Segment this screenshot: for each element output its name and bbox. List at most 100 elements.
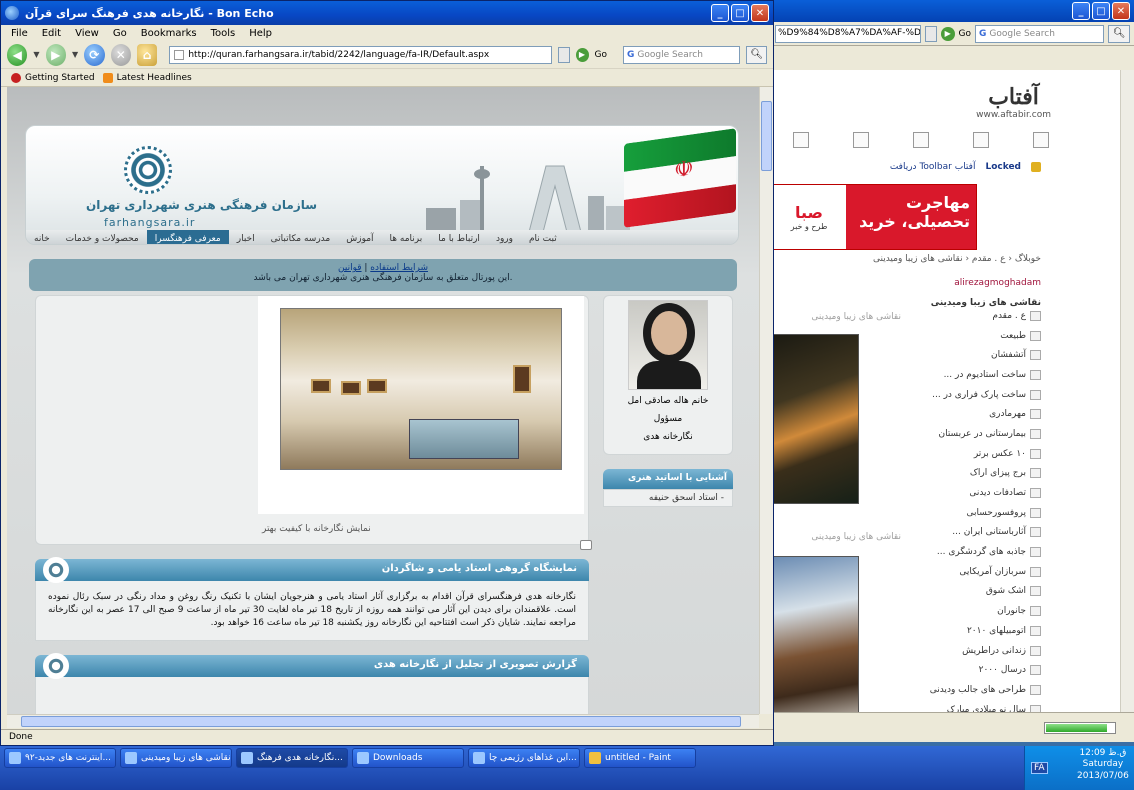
back-dropdown-icon[interactable]: ▼ — [33, 50, 39, 59]
list-item[interactable]: درسال ۲۰۰۰ — [911, 660, 1041, 680]
search-input[interactable]: G Google Search — [622, 45, 741, 64]
titlebar[interactable]: نگارخانه هدی فرهنگ سرای قرآن - Bon Echo … — [1, 1, 773, 25]
broken-image-icon — [853, 132, 869, 148]
section-badge-icon — [43, 557, 69, 583]
language-indicator[interactable]: FA — [1031, 762, 1048, 774]
list-item[interactable]: طراحی های جالب ودیدنی — [911, 680, 1041, 700]
close-button[interactable]: ✕ — [1112, 2, 1130, 20]
page-viewport: سازمان فرهنگی هنری شهرداری تهران farhang… — [7, 87, 759, 714]
search-icon[interactable]: 🔍︎ — [1108, 24, 1130, 43]
list-item[interactable]: زندانی دراطریش — [911, 641, 1041, 661]
list-item[interactable]: ساخت پارک فراری در ... — [911, 385, 1041, 405]
minimize-button[interactable]: _ — [1072, 2, 1090, 20]
background-browser-window[interactable]: _ □ ✕ %D9%84%D8%A7%DA%AF-%D9%86 ▶ Go G G… — [770, 0, 1134, 742]
menu-help[interactable]: Help — [249, 28, 272, 39]
list-item[interactable]: آثارباستانی ایران ... — [911, 523, 1041, 543]
list-item[interactable]: تصادفات دیدنی — [911, 483, 1041, 503]
clock[interactable]: ق.ظ 12:09 Saturday 2013/07/06 — [1077, 748, 1129, 782]
toolbar-download-link[interactable]: دریافت Toolbar آفتاب — [890, 162, 976, 172]
taskbar-item[interactable]: این غذاهای رژیمی چا... — [468, 748, 580, 768]
rules-link[interactable]: قوانین — [338, 263, 362, 273]
nav-item[interactable]: خانه — [26, 230, 58, 244]
menu-go[interactable]: Go — [113, 28, 127, 39]
list-item[interactable]: ساخت استادیوم در ... — [911, 365, 1041, 385]
background-url-field[interactable]: %D9%84%D8%A7%DA%AF-%D9%86 — [775, 24, 921, 43]
maximize-button[interactable]: □ — [731, 4, 749, 22]
nav-item[interactable]: اخبار — [229, 230, 263, 244]
list-item[interactable]: جاذبه های گردشگری ... — [911, 542, 1041, 562]
menu-file[interactable]: File — [11, 28, 28, 39]
list-item[interactable]: پروفسورحسابی — [911, 503, 1041, 523]
nav-item[interactable]: ثبت نام — [521, 230, 565, 244]
url-input[interactable]: http://quran.farhangsara.ir/tabid/2242/l… — [169, 45, 553, 64]
url-dropdown-icon[interactable] — [925, 25, 937, 42]
vertical-scrollbar[interactable] — [759, 87, 773, 714]
bookmark-latest-headlines[interactable]: Latest Headlines — [102, 72, 192, 83]
go-icon[interactable]: ▶ — [940, 26, 955, 41]
nav-item[interactable]: مدرسه مکاتباتی — [263, 230, 339, 244]
maximize-button[interactable]: □ — [1092, 2, 1110, 20]
minimize-button[interactable]: _ — [711, 4, 729, 22]
list-item[interactable]: مهرمادری — [911, 404, 1041, 424]
nav-item[interactable]: محصولات و خدمات — [58, 230, 147, 244]
background-scrollbar[interactable] — [1120, 70, 1134, 712]
scroll-thumb[interactable] — [761, 101, 772, 171]
list-item[interactable]: سربازان آمریکایی — [911, 562, 1041, 582]
author-link[interactable]: alirezagmoghadam — [954, 278, 1041, 288]
nav-item[interactable]: برنامه ها — [382, 230, 431, 244]
farhangsara-logo-icon[interactable] — [124, 146, 172, 194]
search-icon[interactable]: 🔍︎ — [746, 45, 767, 64]
background-search-input[interactable]: G Google Search — [974, 24, 1105, 43]
saba-banner[interactable]: مهاجرت تحصیلی، خرید صبا طرح و خبر — [771, 184, 977, 250]
gallery-caption[interactable]: نمایش نگارخانه با کیفیت بهتر — [262, 524, 371, 534]
menu-view[interactable]: View — [75, 28, 99, 39]
background-titlebar[interactable]: _ □ ✕ — [771, 0, 1134, 22]
nav-item[interactable]: آموزش — [338, 230, 381, 244]
list-item[interactable]: جانوران — [911, 601, 1041, 621]
list-item[interactable]: بیمارستانی در عربستان — [911, 424, 1041, 444]
taskbar-item[interactable]: untitled - Paint — [584, 748, 696, 768]
forward-button[interactable]: ▶ — [45, 43, 66, 66]
banner-text: مهاجرت تحصیلی، خرید — [859, 193, 970, 231]
list-item[interactable]: برج پیزای اراک — [911, 464, 1041, 484]
reload-button[interactable]: ⟳ — [84, 43, 105, 66]
taskbar-item-active[interactable]: نگارخانه هدی فرهنگ... — [236, 748, 348, 768]
menu-bookmarks[interactable]: Bookmarks — [141, 28, 197, 39]
menu-tools[interactable]: Tools — [211, 28, 236, 39]
terms-link[interactable]: شرایط استفاده — [370, 263, 428, 273]
forward-dropdown-icon[interactable]: ▼ — [72, 50, 78, 59]
horizontal-scrollbar[interactable] — [7, 714, 759, 728]
nav-item[interactable]: ورود — [488, 230, 521, 244]
list-item[interactable]: سال نو میلادی مبارک — [911, 700, 1041, 712]
home-button[interactable]: ⌂ — [136, 43, 158, 66]
stop-button[interactable]: ✕ — [110, 43, 131, 66]
go-label[interactable]: Go — [959, 29, 971, 39]
print-icon[interactable] — [580, 540, 592, 550]
menu-edit[interactable]: Edit — [42, 28, 61, 39]
list-item[interactable]: ۱۰ عکس برتر — [911, 444, 1041, 464]
list-header[interactable]: ع . مقدم — [911, 306, 1041, 326]
bookmark-getting-started[interactable]: Getting Started — [11, 72, 95, 83]
back-button[interactable]: ◀ — [7, 43, 28, 66]
scroll-thumb[interactable] — [21, 716, 741, 727]
artwork-icon — [367, 379, 387, 393]
nav-item-active[interactable]: معرفی فرهنگسرا — [146, 230, 229, 244]
painting-caption: نقاشی های زیبا ومیدینی — [811, 312, 901, 322]
taskbar-item[interactable]: نقاشی های زیبا ومیدینی... — [120, 748, 232, 768]
aftab-logo: آفتاب www.aftabir.com — [976, 84, 1051, 120]
list-item[interactable]: اتومبیلهای ۲۰۱۰ — [911, 621, 1041, 641]
close-button[interactable]: ✕ — [751, 4, 769, 22]
nav-item[interactable]: ارتباط با ما — [430, 230, 488, 244]
teacher-link[interactable]: - استاد اسحق حنیفه — [603, 489, 733, 507]
taskbar-item[interactable]: اینترنت های جدید-۹۲... — [4, 748, 116, 768]
list-item[interactable]: آتشفشان — [911, 345, 1041, 365]
go-label[interactable]: Go — [595, 50, 607, 60]
taskbar-item[interactable]: Downloads — [352, 748, 464, 768]
main-browser-window[interactable]: نگارخانه هدی فرهنگ سرای قرآن - Bon Echo … — [0, 0, 774, 746]
url-dropdown-icon[interactable] — [558, 46, 570, 63]
gallery-photo[interactable] — [280, 308, 562, 470]
breadcrumb[interactable]: خوبلاگ ‹ ع . مقدم ‹ نقاشی های زیبا ومیدی… — [873, 254, 1041, 264]
list-item[interactable]: اشک شوق — [911, 582, 1041, 602]
list-item[interactable]: طبیعت — [911, 326, 1041, 346]
go-icon[interactable]: ▶ — [575, 47, 589, 62]
